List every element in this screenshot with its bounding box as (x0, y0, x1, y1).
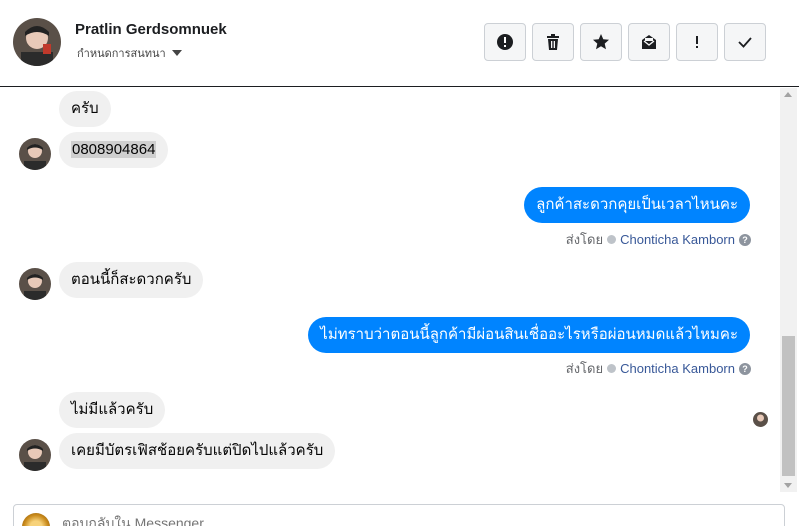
trash-icon (547, 34, 559, 50)
exclamation-icon (696, 36, 698, 48)
caret-down-icon (171, 50, 182, 56)
thread-scrollbar[interactable] (780, 88, 797, 492)
contact-avatar-small[interactable] (19, 138, 51, 170)
action-toolbar (484, 23, 766, 61)
message-text: เคยมีบัตรเฟิสช้อยครับแต่ปิดไปแล้วครับ (71, 442, 324, 459)
agent-name-link[interactable]: Chonticha Kamborn (620, 232, 735, 247)
message-bubble-incoming[interactable]: ครับ (59, 91, 111, 127)
message-thread[interactable]: ครับ 0808904864 ลูกค้าสะดวกคุยเป็นเวลาไห… (0, 88, 780, 492)
reply-input[interactable] (62, 515, 662, 526)
contact-name[interactable]: Pratlin Gerdsomnuek (75, 21, 227, 38)
message-bubble-outgoing[interactable]: ลูกค้าสะดวกคุยเป็นเวลาไหนคะ (524, 187, 750, 223)
seen-receipt-avatar (753, 412, 768, 427)
verified-check-icon (607, 235, 617, 244)
message-bubble-incoming[interactable]: 0808904864 (59, 132, 169, 168)
help-icon[interactable]: ? (739, 362, 751, 375)
message-text: ตอนนี้ก็สะดวกครับ (71, 271, 192, 288)
message-text: ไม่มีแล้วครับ (71, 401, 154, 418)
page-logo-avatar (22, 513, 50, 526)
assign-conversation-dropdown[interactable]: กำหนดการสนทนา (77, 44, 182, 62)
mark-unread-button[interactable] (628, 23, 670, 61)
spam-button[interactable] (484, 23, 526, 61)
scrollbar-thumb[interactable] (782, 336, 795, 476)
message-bubble-incoming[interactable]: ตอนนี้ก็สะดวกครับ (59, 262, 204, 298)
message-text: ลูกค้าสะดวกคุยเป็นเวลาไหนคะ (536, 196, 738, 213)
mark-done-button[interactable] (724, 23, 766, 61)
message-bubble-incoming[interactable]: เคยมีบัตรเฟิสช้อยครับแต่ปิดไปแล้วครับ (59, 433, 336, 469)
verified-check-icon (607, 364, 617, 373)
conversation-header: Pratlin Gerdsomnuek กำหนดการสนทนา (0, 0, 799, 87)
delete-button[interactable] (532, 23, 574, 61)
contact-avatar[interactable] (13, 18, 61, 66)
star-icon (593, 34, 609, 50)
scroll-up-arrow-icon[interactable] (784, 92, 792, 97)
contact-avatar-small[interactable] (19, 439, 51, 471)
message-bubble-outgoing[interactable]: ไม่ทราบว่าตอนนี้ลูกค้ามีผ่อนสินเชื่ออะไร… (308, 317, 750, 353)
contact-avatar-small[interactable] (19, 268, 51, 300)
star-button[interactable] (580, 23, 622, 61)
alert-circle-icon (497, 34, 513, 50)
sent-by-prefix: ส่งโดย (565, 232, 604, 247)
scroll-down-arrow-icon[interactable] (784, 483, 792, 488)
sent-by-prefix: ส่งโดย (565, 361, 604, 376)
sent-by-line: ส่งโดย Chonticha Kamborn ? (566, 229, 751, 250)
sent-by-line: ส่งโดย Chonticha Kamborn ? (566, 358, 751, 379)
follow-up-button[interactable] (676, 23, 718, 61)
agent-name-link[interactable]: Chonticha Kamborn (620, 361, 735, 376)
assign-label: กำหนดการสนทนา (77, 48, 166, 60)
reply-composer[interactable] (13, 504, 785, 526)
envelope-open-icon (642, 35, 656, 49)
message-bubble-incoming[interactable]: ไม่มีแล้วครับ (59, 392, 166, 428)
phone-number-text[interactable]: 0808904864 (71, 141, 157, 158)
help-icon[interactable]: ? (739, 233, 751, 246)
message-text: ไม่ทราบว่าตอนนี้ลูกค้ามีผ่อนสินเชื่ออะไร… (320, 326, 738, 343)
message-text: ครับ (71, 100, 99, 117)
checkmark-icon (738, 37, 752, 48)
